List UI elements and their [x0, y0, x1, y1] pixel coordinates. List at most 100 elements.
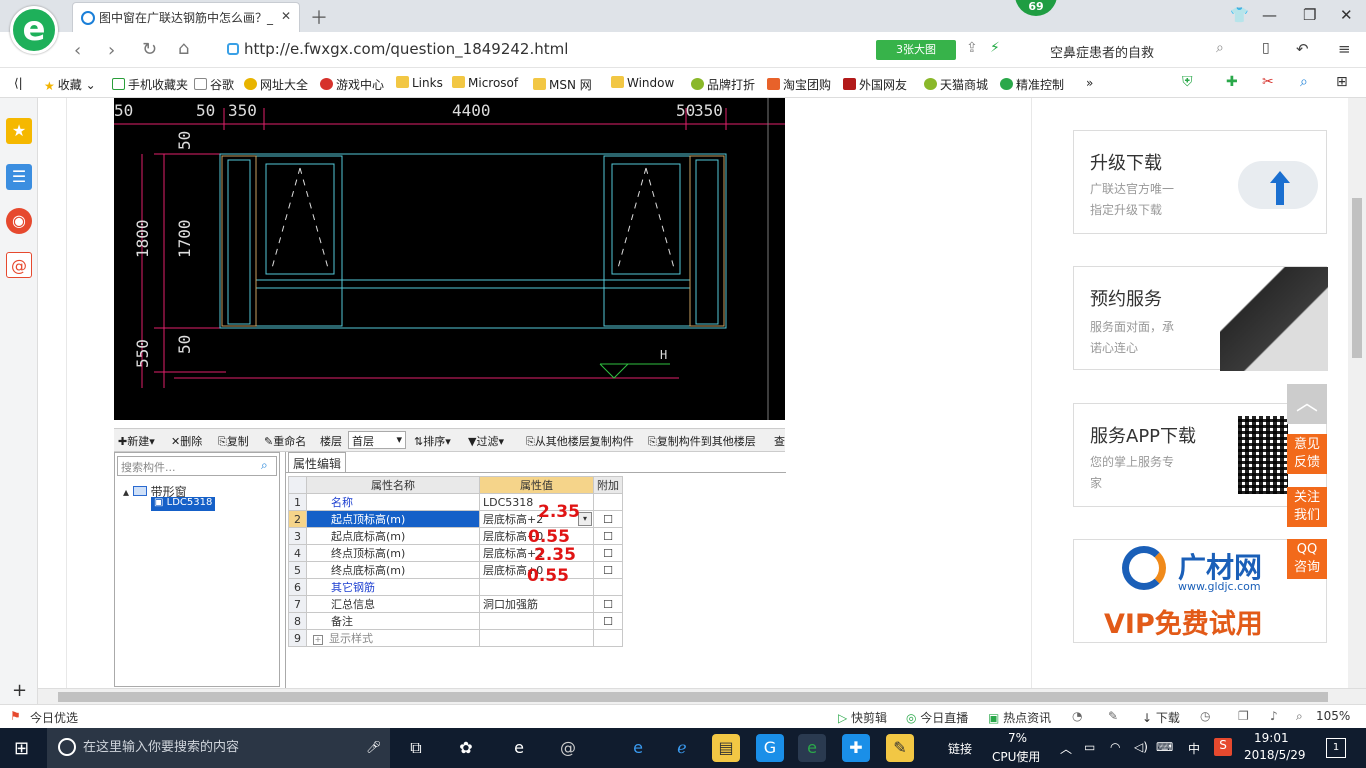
- notifications-icon[interactable]: 1: [1326, 738, 1346, 758]
- copy-to-floor-button[interactable]: ⎘复制构件到其他楼层: [648, 433, 756, 449]
- appointment-service-card[interactable]: 预约服务 服务面对面，承 诺心连心: [1073, 266, 1328, 371]
- sidebar-toggle-icon[interactable]: ⟨|: [14, 76, 23, 90]
- lightning-icon[interactable]: ⚡: [990, 40, 1000, 56]
- bookmark-favorites[interactable]: ★ 收藏 ⌄: [44, 76, 96, 93]
- big-image-button[interactable]: 3张大图: [876, 40, 956, 60]
- bookmark-taobao[interactable]: 淘宝团购: [767, 76, 831, 93]
- search-icon[interactable]: ⌕: [1216, 40, 1224, 56]
- ime-indicator[interactable]: 中: [1188, 740, 1200, 757]
- taskbar-search-input[interactable]: 在这里输入你要搜索的内容: [47, 728, 390, 768]
- window-icon[interactable]: ❐: [1238, 709, 1249, 723]
- file-explorer-icon[interactable]: ▤: [712, 734, 740, 762]
- start-windows-icon[interactable]: ⊞: [14, 738, 29, 759]
- spiral-app-icon[interactable]: @: [554, 734, 582, 762]
- bookmark-google[interactable]: 谷歌: [194, 76, 234, 93]
- bookmark-precise[interactable]: 精准控制: [1000, 76, 1064, 93]
- apps-grid-icon[interactable]: ⊞: [1336, 74, 1348, 90]
- speed-icon[interactable]: ◔: [1072, 709, 1082, 723]
- plus-app-icon[interactable]: ✚: [842, 734, 870, 762]
- copy-button[interactable]: ⎘复制: [218, 433, 249, 449]
- sogou-icon[interactable]: S: [1214, 738, 1232, 756]
- clock-date[interactable]: 2018/5/29: [1244, 748, 1306, 762]
- filter-button[interactable]: ▼过滤▾: [468, 433, 504, 449]
- zoom-level[interactable]: 105%: [1316, 709, 1350, 723]
- back-icon[interactable]: ‹: [74, 40, 81, 61]
- reading-list-icon[interactable]: ☰: [6, 164, 32, 190]
- sort-button[interactable]: ⇅排序▾: [414, 433, 451, 449]
- qq-consult-button[interactable]: QQ咨询: [1287, 539, 1327, 579]
- table-row[interactable]: 7 汇总信息 洞口加强筋 ☐: [288, 595, 623, 613]
- component-search-input[interactable]: 搜索构件...: [117, 456, 277, 476]
- mute-icon[interactable]: ♪: [1270, 709, 1278, 723]
- browser-tab[interactable]: 图中窗在广联达钢筋中怎么画？_ ✕: [72, 2, 300, 32]
- bookmark-sites[interactable]: 网址大全: [244, 76, 308, 93]
- glodon-app-icon[interactable]: G: [756, 734, 784, 762]
- tree-item-selected[interactable]: ▣ LDC5318: [151, 497, 216, 511]
- forward-icon[interactable]: ›: [108, 40, 115, 61]
- tray-up-icon[interactable]: ︿: [1060, 740, 1072, 757]
- add-sidebar-icon[interactable]: +: [12, 680, 27, 701]
- feedback-button[interactable]: 意见反馈: [1287, 434, 1327, 474]
- tools-icon[interactable]: ✎: [1108, 709, 1118, 723]
- battery-icon[interactable]: ▭: [1084, 740, 1095, 754]
- delete-button[interactable]: ✕删除: [171, 433, 202, 449]
- history-icon[interactable]: ◷: [1200, 709, 1210, 723]
- find-icon[interactable]: ⌕: [1300, 74, 1308, 90]
- today-live[interactable]: ◎ 今日直播: [906, 709, 968, 726]
- wifi-icon[interactable]: ◠: [1110, 740, 1120, 754]
- browser-logo-icon[interactable]: e: [10, 6, 58, 54]
- search-query[interactable]: 空鼻症患者的自救: [1050, 42, 1154, 61]
- hot-news[interactable]: ▣ 热点资讯: [988, 709, 1051, 726]
- copy-from-floor-button[interactable]: ⎘从其他楼层复制构件: [526, 433, 634, 449]
- tab-property-edit[interactable]: 属性编辑: [288, 452, 347, 472]
- download-button[interactable]: ↓ 下载: [1142, 709, 1180, 726]
- undo-icon[interactable]: ↶: [1296, 40, 1309, 58]
- keyboard-icon[interactable]: ⌨: [1156, 740, 1173, 754]
- close-tab-icon[interactable]: ✕: [281, 9, 291, 23]
- pinwheel-icon[interactable]: ✿: [452, 734, 480, 762]
- bookmark-microsoft[interactable]: Microsof: [452, 76, 518, 90]
- mobile-icon[interactable]: ▯: [1262, 40, 1270, 56]
- follow-us-button[interactable]: 关注我们: [1287, 487, 1327, 527]
- reload-icon[interactable]: ↻: [142, 39, 157, 60]
- horizontal-scrollbar[interactable]: [38, 688, 1366, 704]
- share-icon[interactable]: ⇪: [966, 40, 978, 56]
- 360-browser-icon[interactable]: e: [798, 734, 826, 762]
- bookmark-games[interactable]: 游戏中心: [320, 76, 384, 93]
- close-window-button[interactable]: ✕: [1340, 6, 1353, 24]
- back-to-top-button[interactable]: ︿: [1287, 384, 1327, 424]
- volume-icon[interactable]: ◁): [1134, 740, 1148, 754]
- bookmark-windows[interactable]: Window: [611, 76, 674, 90]
- scissors-icon[interactable]: ✂: [1262, 74, 1274, 90]
- query-button[interactable]: 查: [774, 433, 785, 449]
- clock-time[interactable]: 19:01: [1254, 731, 1289, 745]
- dropdown-arrow-icon[interactable]: ▾: [578, 512, 592, 526]
- table-row[interactable]: 6 其它钢筋: [288, 578, 623, 596]
- notes-app-icon[interactable]: ✎: [886, 734, 914, 762]
- favorites-icon[interactable]: ★: [6, 118, 32, 144]
- bookmark-tmall[interactable]: 天猫商城: [924, 76, 988, 93]
- mail-icon[interactable]: @: [6, 252, 32, 278]
- table-row[interactable]: 8 备注 ☐: [288, 612, 623, 630]
- rename-button[interactable]: ✎重命名: [264, 433, 306, 449]
- floor-select[interactable]: 首层 ▾: [348, 431, 406, 449]
- search-icon[interactable]: ⌕: [261, 458, 268, 473]
- bookmark-mobile[interactable]: 手机收藏夹: [112, 76, 188, 93]
- shirt-icon[interactable]: 👕: [1230, 6, 1249, 24]
- microphone-icon[interactable]: 🎤︎: [366, 740, 381, 754]
- extension-icon[interactable]: ✚: [1226, 74, 1238, 90]
- more-bookmarks-icon[interactable]: »: [1086, 76, 1093, 90]
- new-button[interactable]: ✚新建▾: [118, 433, 155, 449]
- bookmark-msn[interactable]: MSN 网: [533, 76, 592, 93]
- edge-icon[interactable]: e: [624, 734, 652, 762]
- bookmark-foreign[interactable]: 外国网友: [843, 76, 907, 93]
- security-icon[interactable]: ⛨: [1182, 74, 1193, 90]
- ie-taskbar-icon[interactable]: e: [505, 734, 533, 762]
- bookmark-links[interactable]: Links: [396, 76, 443, 90]
- address-bar[interactable]: http://e.fwxgx.com/question_1849242.html: [227, 40, 867, 62]
- zoom-icon[interactable]: ⌕: [1296, 709, 1303, 724]
- vertical-scrollbar[interactable]: [1348, 98, 1366, 688]
- restore-button[interactable]: ❐: [1303, 6, 1316, 24]
- weibo-icon[interactable]: ◉: [6, 208, 32, 234]
- minimize-button[interactable]: —: [1262, 6, 1277, 24]
